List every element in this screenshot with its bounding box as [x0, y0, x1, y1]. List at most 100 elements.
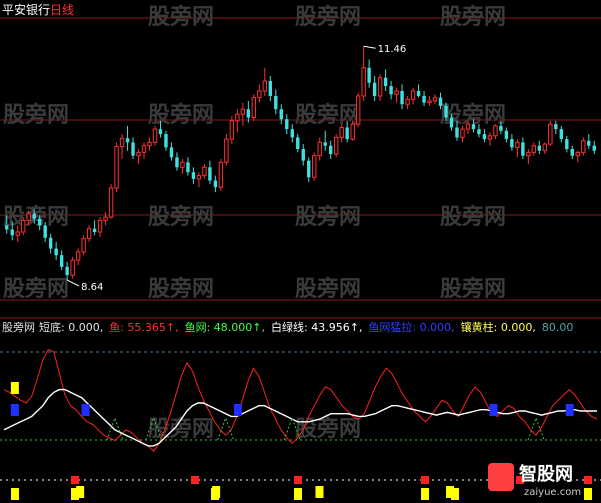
- watermark: 股旁网: [440, 4, 506, 30]
- candle-body: [592, 145, 596, 151]
- candle-body: [274, 95, 278, 110]
- candle-body: [307, 160, 311, 178]
- candle-body: [482, 134, 487, 140]
- candle-body: [333, 136, 339, 155]
- candle-body: [515, 141, 520, 148]
- candle: [333, 134, 339, 158]
- candle-body: [136, 151, 141, 157]
- watermark: 股旁网: [3, 276, 69, 302]
- logo-url: zaiyue.com: [524, 487, 581, 498]
- candle-body: [554, 124, 558, 130]
- candle-body: [290, 129, 294, 138]
- candle-body: [323, 142, 327, 146]
- candle-body: [251, 97, 257, 119]
- yellow-bar: [211, 488, 219, 500]
- candle: [224, 134, 229, 166]
- candle-body: [246, 109, 251, 118]
- red-marker: [191, 476, 199, 484]
- candle-body: [218, 161, 224, 188]
- candle-body: [559, 129, 564, 140]
- candle-body: [460, 128, 465, 138]
- period-label: 日线: [50, 3, 74, 17]
- candle-body: [141, 145, 147, 153]
- candle-body: [5, 225, 9, 230]
- candle-body: [229, 120, 235, 140]
- candle-body: [548, 123, 553, 145]
- candle-body: [575, 151, 580, 157]
- blue-marker: [565, 404, 574, 416]
- candle-body: [465, 123, 471, 130]
- watermark: 股旁网: [295, 276, 361, 302]
- indicator-value: 白绿线: 43.956↑,: [271, 320, 362, 334]
- candle-body: [416, 90, 421, 96]
- candle-body: [119, 137, 125, 148]
- candle: [251, 94, 257, 121]
- blue-marker: [81, 404, 90, 416]
- candle-body: [97, 219, 103, 233]
- candle-body: [158, 129, 163, 135]
- candle-body: [394, 90, 399, 95]
- candle-body: [175, 157, 179, 168]
- candle: [81, 235, 86, 256]
- candle-body: [103, 216, 108, 221]
- candle-body: [526, 151, 531, 157]
- candle-body: [54, 248, 58, 256]
- candle: [312, 152, 317, 181]
- candle-body: [570, 149, 574, 156]
- candle-body: [81, 238, 86, 253]
- candle: [548, 120, 553, 146]
- candle-body: [531, 145, 537, 153]
- candle: [108, 183, 114, 219]
- candle-body: [208, 167, 212, 181]
- candle-body: [224, 138, 229, 163]
- candle-body: [317, 141, 322, 157]
- candle-body: [86, 228, 92, 240]
- logo-text: 智股网: [519, 463, 573, 485]
- candle-body: [455, 127, 459, 138]
- candle-body: [26, 213, 31, 221]
- candle-body: [345, 127, 349, 140]
- logo-icon: [488, 463, 514, 491]
- candle-body: [405, 98, 410, 105]
- yellow-bar: [11, 488, 19, 500]
- yellow-bar: [421, 488, 429, 500]
- candle-body: [367, 67, 371, 83]
- candle-body: [191, 172, 196, 179]
- watermark: 股旁网: [295, 416, 361, 442]
- candle-body: [37, 218, 42, 226]
- candle-body: [355, 95, 361, 125]
- candle-body: [427, 100, 432, 104]
- candle-body: [108, 187, 114, 218]
- yellow-marker: [315, 486, 324, 498]
- candle-body: [587, 140, 591, 146]
- yellow-marker: [10, 382, 19, 394]
- candle-body: [70, 259, 75, 276]
- candle-body: [444, 105, 448, 118]
- candle-body: [301, 149, 305, 161]
- candle-body: [432, 97, 438, 102]
- candle-body: [504, 130, 509, 140]
- candle-body: [114, 146, 119, 189]
- yellow-bar: [294, 488, 302, 500]
- candle-body: [152, 128, 158, 143]
- blue-marker: [233, 404, 242, 416]
- candle-body: [383, 77, 388, 87]
- candle-body: [521, 142, 525, 156]
- watermark: 股旁网: [440, 204, 506, 230]
- red-marker: [584, 476, 592, 484]
- candle-body: [449, 117, 454, 128]
- candle-body: [164, 134, 168, 148]
- candle-body: [15, 231, 20, 236]
- candle-body: [92, 228, 97, 232]
- candle: [355, 92, 361, 128]
- candle-body: [285, 119, 289, 130]
- candle-body: [361, 67, 366, 97]
- watermark: 股旁网: [148, 4, 214, 30]
- candle-body: [32, 213, 36, 219]
- watermark: 股旁网: [148, 204, 214, 230]
- candle-body: [537, 145, 542, 151]
- indicator-value: 鱼网猛拉: 0.000,: [368, 320, 454, 334]
- candle-body: [196, 175, 202, 180]
- watermark: 股旁网: [148, 276, 214, 302]
- candle-body: [43, 225, 47, 238]
